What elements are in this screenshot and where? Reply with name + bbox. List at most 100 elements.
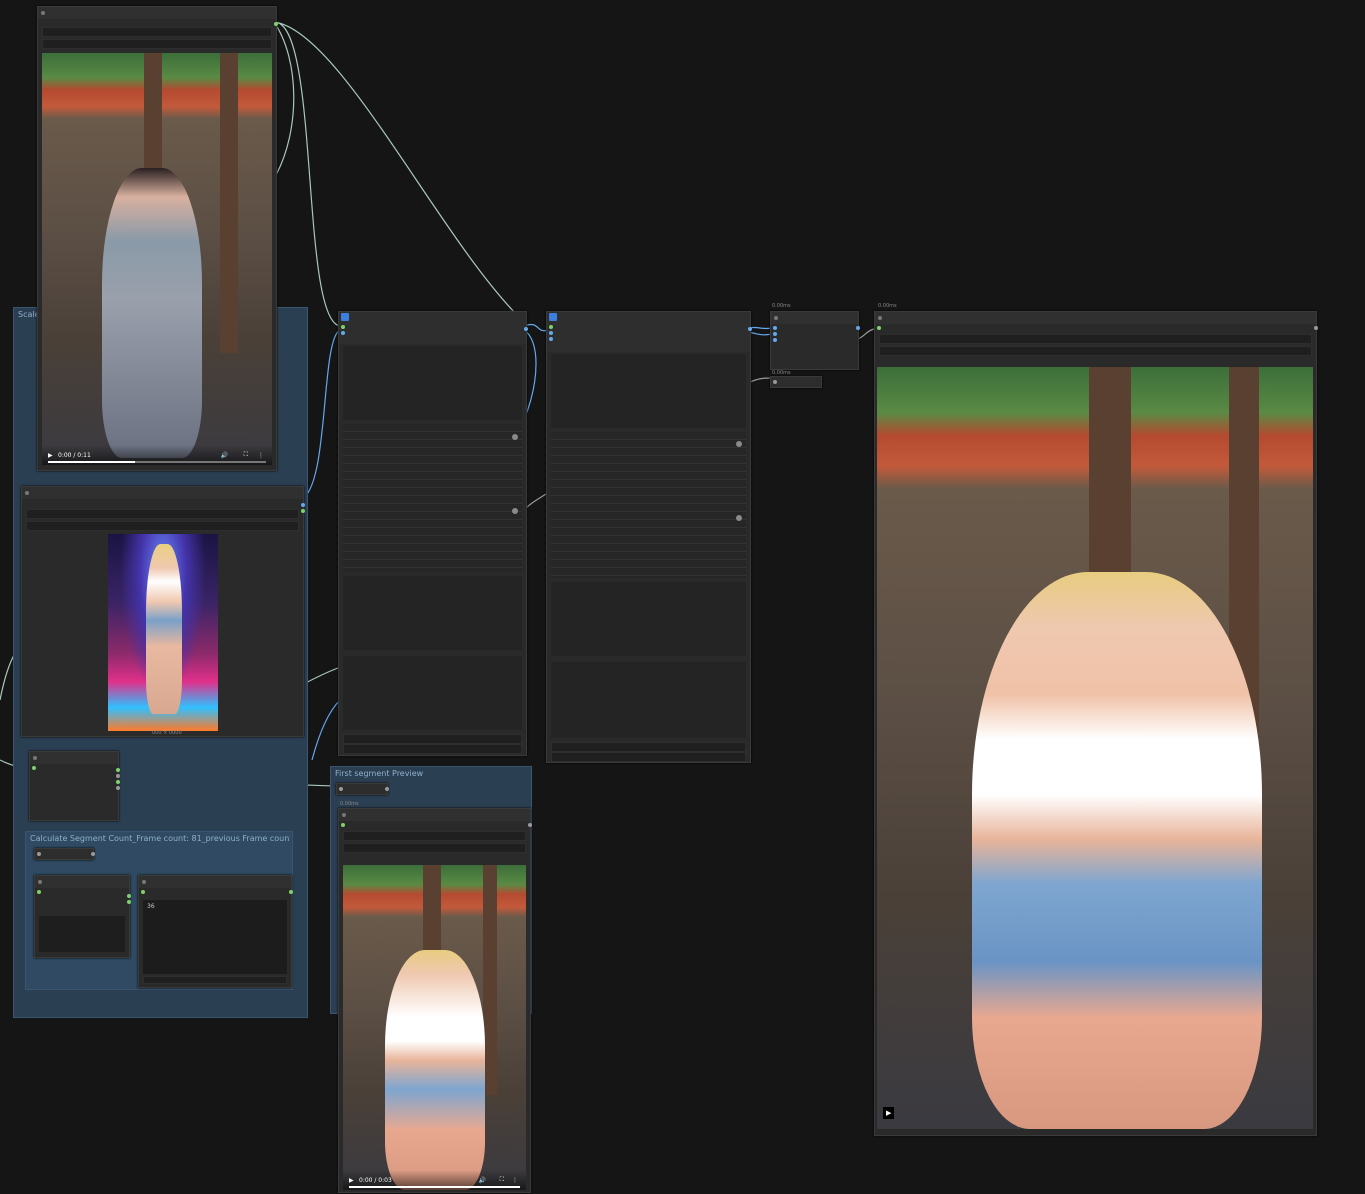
volume-icon[interactable]: 🔊 bbox=[479, 1177, 486, 1184]
output-socket[interactable] bbox=[301, 509, 305, 513]
prompt-panel[interactable] bbox=[343, 576, 522, 650]
output-socket[interactable] bbox=[116, 768, 120, 772]
widget-row[interactable] bbox=[879, 346, 1312, 356]
value-panel[interactable] bbox=[39, 916, 125, 952]
node-header[interactable] bbox=[139, 876, 291, 888]
output-socket[interactable] bbox=[856, 326, 860, 330]
widget-row[interactable] bbox=[343, 831, 526, 841]
output-socket[interactable] bbox=[289, 890, 293, 894]
widget-row[interactable] bbox=[551, 752, 746, 762]
reroute-node[interactable] bbox=[336, 783, 389, 795]
collapse-dot[interactable] bbox=[774, 316, 778, 320]
fullscreen-icon[interactable]: ⛶ bbox=[500, 1176, 504, 1184]
prompt-panel[interactable] bbox=[551, 354, 746, 428]
output-socket[interactable] bbox=[127, 900, 131, 904]
video-controls[interactable]: ▶ 0:00 / 0:03 🔊 ⛶ ⋮ bbox=[343, 1170, 526, 1190]
node-header[interactable] bbox=[339, 809, 530, 821]
node-header[interactable] bbox=[339, 312, 526, 344]
load-video-node[interactable]: ▶ 0:00 / 0:11 🔊 ⛶ ⋮ bbox=[37, 6, 278, 471]
widget-row[interactable] bbox=[42, 39, 272, 49]
more-vertical-icon[interactable]: ⋮ bbox=[258, 452, 264, 459]
volume-icon[interactable]: 🔊 bbox=[221, 452, 228, 459]
input-socket[interactable] bbox=[549, 331, 553, 335]
merge-node[interactable] bbox=[770, 311, 860, 370]
settings-panel[interactable] bbox=[343, 424, 522, 572]
node-header[interactable] bbox=[30, 752, 118, 764]
show-text-node[interactable]: 36 bbox=[138, 875, 293, 988]
node-header[interactable] bbox=[22, 487, 303, 499]
image-preview[interactable] bbox=[108, 534, 218, 731]
collapse-dot[interactable] bbox=[41, 11, 45, 15]
output-socket[interactable] bbox=[274, 22, 278, 26]
collapse-dot[interactable] bbox=[25, 491, 29, 495]
input-socket[interactable] bbox=[341, 823, 345, 827]
reroute-node[interactable] bbox=[770, 376, 822, 388]
load-image-node[interactable]: 000 × 0000 bbox=[21, 486, 305, 737]
input-socket[interactable] bbox=[549, 325, 553, 329]
sampler-node-a[interactable] bbox=[338, 311, 528, 756]
slider-handle[interactable] bbox=[736, 441, 742, 447]
collapse-dot[interactable] bbox=[142, 880, 146, 884]
widget-row[interactable] bbox=[879, 334, 1312, 344]
node-header[interactable] bbox=[38, 7, 276, 19]
settings-panel[interactable] bbox=[551, 432, 746, 578]
reroute-node[interactable] bbox=[34, 848, 95, 860]
input-socket[interactable] bbox=[773, 332, 777, 336]
slider-handle[interactable] bbox=[736, 515, 742, 521]
prompt-panel[interactable] bbox=[551, 582, 746, 656]
input-socket[interactable] bbox=[339, 787, 343, 791]
integer-node[interactable] bbox=[34, 875, 131, 958]
output-socket[interactable] bbox=[524, 327, 528, 331]
widget-row[interactable] bbox=[551, 742, 746, 752]
input-socket[interactable] bbox=[37, 852, 41, 856]
output-socket[interactable] bbox=[301, 503, 305, 507]
sampler-node-b[interactable] bbox=[546, 311, 752, 763]
collapse-dot[interactable] bbox=[342, 813, 346, 817]
slider-handle[interactable] bbox=[512, 434, 518, 440]
node-header[interactable] bbox=[771, 312, 858, 324]
output-socket[interactable] bbox=[528, 823, 532, 827]
video-progress-bar[interactable] bbox=[48, 461, 266, 463]
output-socket[interactable] bbox=[116, 780, 120, 784]
video-preview[interactable]: ▶ 0:00 / 0:11 🔊 ⛶ ⋮ bbox=[42, 53, 272, 465]
prompt-panel[interactable] bbox=[343, 346, 522, 420]
widget-row[interactable] bbox=[26, 509, 299, 519]
input-socket[interactable] bbox=[341, 325, 345, 329]
input-socket[interactable] bbox=[773, 338, 777, 342]
output-socket[interactable] bbox=[116, 786, 120, 790]
input-socket[interactable] bbox=[341, 331, 345, 335]
collapse-dot[interactable] bbox=[878, 316, 882, 320]
fullscreen-icon[interactable]: ⛶ bbox=[244, 451, 248, 459]
output-video-preview[interactable]: ▶ bbox=[877, 367, 1313, 1129]
output-socket[interactable] bbox=[1314, 326, 1318, 330]
math-node[interactable] bbox=[29, 751, 120, 821]
play-icon[interactable]: ▶ bbox=[349, 1177, 354, 1184]
input-socket[interactable] bbox=[877, 326, 881, 330]
widget-row[interactable] bbox=[26, 521, 299, 531]
more-vertical-icon[interactable]: ⋮ bbox=[512, 1177, 518, 1184]
play-icon[interactable]: ▶ bbox=[48, 452, 53, 459]
output-socket[interactable] bbox=[748, 327, 752, 331]
node-header[interactable] bbox=[875, 312, 1316, 324]
widget-row[interactable] bbox=[343, 734, 522, 744]
node-header[interactable] bbox=[35, 876, 129, 888]
widget-row[interactable] bbox=[343, 744, 522, 754]
video-progress-bar[interactable] bbox=[349, 1186, 520, 1188]
output-socket[interactable] bbox=[127, 894, 131, 898]
collapse-dot[interactable] bbox=[33, 756, 37, 760]
node-header[interactable] bbox=[547, 312, 750, 352]
prompt-panel[interactable] bbox=[343, 656, 522, 730]
input-socket[interactable] bbox=[32, 766, 36, 770]
prompt-panel[interactable] bbox=[551, 662, 746, 738]
preview-video[interactable]: ▶ 0:00 / 0:03 🔊 ⛶ ⋮ bbox=[343, 865, 526, 1190]
widget-row[interactable] bbox=[42, 27, 272, 37]
play-icon[interactable]: ▶ bbox=[883, 1107, 895, 1119]
text-output-panel[interactable]: 36 bbox=[143, 900, 287, 974]
widget-row[interactable] bbox=[343, 843, 526, 853]
input-socket[interactable] bbox=[773, 380, 777, 384]
input-socket[interactable] bbox=[549, 337, 553, 341]
collapse-dot[interactable] bbox=[38, 880, 42, 884]
video-controls[interactable]: ▶ 0:00 / 0:11 🔊 ⛶ ⋮ bbox=[42, 445, 272, 465]
widget-row[interactable] bbox=[143, 976, 287, 984]
output-socket[interactable] bbox=[116, 774, 120, 778]
